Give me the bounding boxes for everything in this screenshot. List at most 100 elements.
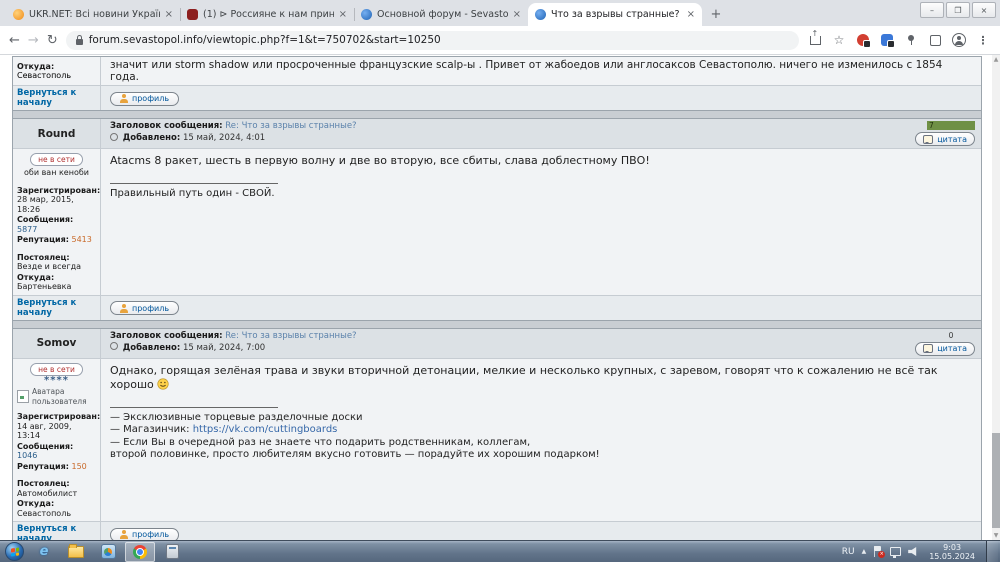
post-text: Atacms 8 ракет, шесть в первую волну и д… bbox=[110, 154, 650, 167]
extension-blue-icon[interactable] bbox=[879, 32, 895, 48]
vk-shop-link[interactable]: https://vk.com/cuttingboards bbox=[193, 424, 338, 435]
taskbar-media-player-button[interactable] bbox=[93, 542, 123, 562]
scrollbar-thumb[interactable] bbox=[992, 433, 1000, 528]
window-restore-button[interactable]: ❐ bbox=[946, 2, 970, 18]
post-userinfo: Откуда: Севастополь bbox=[13, 57, 101, 85]
registered-value: 14 авг, 2009, 13:14 bbox=[17, 421, 72, 441]
show-desktop-button[interactable] bbox=[986, 540, 998, 562]
registered-value: 28 мар, 2015, 18:26 bbox=[17, 195, 74, 214]
browser-tab-strip: UKR.NET: Всі новини України, о × (1) ⊳ Р… bbox=[0, 0, 1000, 26]
post-subject-link[interactable]: Re: Что за взрывы странные? bbox=[225, 121, 356, 131]
post-userinfo: не в сети **** Аватара пользователя Заре… bbox=[13, 358, 101, 521]
tab-close-icon[interactable]: × bbox=[687, 9, 695, 20]
profile-avatar-icon[interactable] bbox=[951, 32, 967, 48]
post-round: Round Заголовок сообщения: Re: Что за вз… bbox=[12, 118, 982, 321]
start-button[interactable] bbox=[5, 542, 24, 561]
posted-label: Добавлено: bbox=[122, 133, 181, 143]
taskbar-calculator-button[interactable] bbox=[157, 542, 187, 562]
posted-time-icon bbox=[110, 132, 118, 141]
offline-badge: не в сети bbox=[30, 153, 83, 166]
post-signature: — Эксклюзивные торцевые разделочные доск… bbox=[110, 406, 972, 462]
reputation-value[interactable]: 150 bbox=[71, 462, 86, 471]
post-text: значит или storm shadow или просроченные… bbox=[110, 59, 943, 83]
posted-value: 15 май, 2024, 4:01 bbox=[182, 133, 266, 143]
taskbar-chrome-button[interactable] bbox=[125, 541, 155, 562]
quote-button[interactable]: цитата bbox=[915, 341, 975, 356]
tab-current-topic[interactable]: Что за взрывы странные? - Стр × bbox=[528, 3, 702, 26]
avatar-alt-text: Аватара пользователя bbox=[32, 387, 87, 406]
post-text: Однако, горящая зелёная трава и звуки вт… bbox=[110, 363, 938, 391]
refresh-icon[interactable]: ↻ bbox=[47, 34, 58, 47]
rank-stars: **** bbox=[44, 374, 69, 386]
chrome-icon bbox=[133, 544, 147, 559]
tab-ukrnet[interactable]: UKR.NET: Всі новини України, о × bbox=[6, 3, 180, 26]
taskbar-ie-button[interactable]: e bbox=[29, 542, 59, 562]
tab2-favicon-icon bbox=[187, 9, 198, 20]
subject-label: Заголовок сообщения: bbox=[110, 121, 223, 131]
tab-close-icon[interactable]: × bbox=[165, 9, 173, 20]
back-to-top-link[interactable]: Вернуться к началу bbox=[13, 295, 101, 320]
resident-value: Везде и всегда bbox=[17, 262, 82, 271]
tab-topic-2[interactable]: (1) ⊳ Россияне к нам принесли × bbox=[180, 3, 354, 26]
messages-value[interactable]: 1046 bbox=[17, 451, 37, 460]
back-to-top-link[interactable]: Вернуться к началу bbox=[13, 522, 101, 540]
back-to-top-link[interactable]: Вернуться к началу bbox=[13, 86, 101, 110]
ukrnet-favicon-icon bbox=[13, 9, 24, 20]
profile-button[interactable]: профиль bbox=[110, 527, 180, 540]
window-minimize-button[interactable]: – bbox=[920, 2, 944, 18]
calculator-icon bbox=[165, 544, 179, 559]
url-text[interactable]: forum.sevastopol.info/viewtopic.php?f=1&… bbox=[89, 34, 441, 46]
address-bar[interactable]: forum.sevastopol.info/viewtopic.php?f=1&… bbox=[65, 30, 799, 50]
lock-icon bbox=[75, 34, 83, 45]
back-icon[interactable]: ← bbox=[9, 34, 20, 47]
new-tab-button[interactable]: + bbox=[706, 4, 726, 24]
post-author[interactable]: Round bbox=[13, 119, 101, 148]
taskbar-explorer-button[interactable] bbox=[61, 542, 91, 562]
scroll-up-icon[interactable]: ▲ bbox=[992, 56, 1000, 63]
share-icon[interactable] bbox=[807, 29, 823, 48]
tray-date: 15.05.2024 bbox=[929, 551, 975, 561]
window-close-button[interactable]: × bbox=[972, 2, 996, 18]
side-panel-icon[interactable] bbox=[927, 32, 943, 48]
forward-icon[interactable]: → bbox=[28, 34, 39, 47]
scroll-down-icon[interactable]: ▼ bbox=[992, 532, 1000, 539]
network-icon[interactable] bbox=[890, 547, 902, 558]
vertical-scrollbar[interactable]: ▲ ▼ bbox=[992, 55, 1000, 540]
tab-main-forum[interactable]: Основной форум - Sevastopol.i × bbox=[354, 3, 528, 26]
action-center-flag-icon[interactable]: × bbox=[873, 546, 886, 558]
post-header-info: Заголовок сообщения: Re: Что за взрывы с… bbox=[101, 329, 909, 358]
broken-image-icon bbox=[17, 390, 29, 403]
quote-button[interactable]: цитата bbox=[915, 132, 975, 146]
pin-extension-icon[interactable] bbox=[903, 32, 919, 48]
windows-logo-icon bbox=[10, 546, 19, 557]
post-subject-link[interactable]: Re: Что за взрывы странные? bbox=[225, 331, 356, 341]
post-author[interactable]: Somov bbox=[13, 328, 101, 358]
smile-icon bbox=[157, 377, 169, 390]
language-indicator[interactable]: RU bbox=[842, 547, 855, 557]
browser-menu-icon[interactable]: ⋮ bbox=[975, 32, 991, 48]
tray-expand-icon[interactable]: ▲ bbox=[862, 548, 867, 555]
post-header-info: Заголовок сообщения: Re: Что за взрывы с… bbox=[101, 119, 909, 148]
profile-button[interactable]: профиль bbox=[110, 91, 180, 106]
media-player-icon bbox=[100, 544, 116, 559]
speaker-icon[interactable] bbox=[908, 547, 917, 556]
tab-close-icon[interactable]: × bbox=[513, 9, 521, 20]
quote-icon bbox=[923, 134, 934, 144]
user-rank: оби ван кеноби bbox=[24, 168, 89, 177]
resident-value: Автомобилист bbox=[17, 488, 78, 498]
messages-value[interactable]: 5877 bbox=[17, 225, 37, 234]
post-userinfo: не в сети оби ван кеноби Зарегистрирован… bbox=[13, 149, 101, 295]
system-tray: RU ▲ × 9:03 15.05.2024 bbox=[842, 540, 1000, 562]
tab-title: Что за взрывы странные? - Стр bbox=[551, 9, 682, 20]
from-value: Севастополь bbox=[17, 71, 72, 80]
tab-close-icon[interactable]: × bbox=[339, 9, 347, 20]
post-partial: Откуда: Севастополь значит или storm sha… bbox=[12, 56, 982, 111]
user-icon bbox=[120, 94, 128, 103]
tray-clock[interactable]: 9:03 15.05.2024 bbox=[925, 543, 979, 561]
profile-button[interactable]: профиль bbox=[110, 301, 180, 315]
extension-red-icon[interactable] bbox=[855, 32, 871, 48]
reputation-value[interactable]: 5413 bbox=[71, 235, 91, 244]
bookmark-star-icon[interactable]: ☆ bbox=[831, 32, 847, 48]
from-value: Севастополь bbox=[17, 508, 72, 518]
signature-divider bbox=[110, 406, 278, 408]
